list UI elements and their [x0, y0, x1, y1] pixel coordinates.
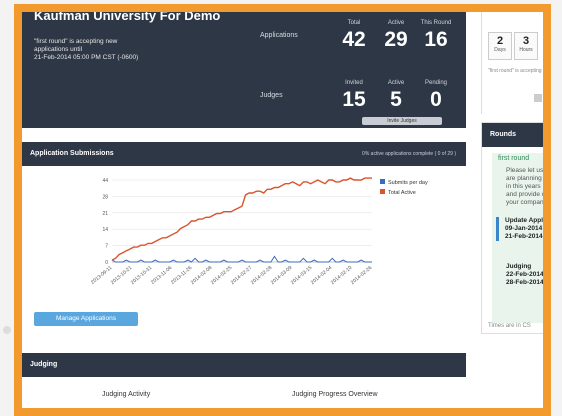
total-applications[interactable]: 42: [334, 28, 374, 52]
y-tick-label: 7: [105, 244, 108, 250]
submissions-chart: 07142128442013-09-112013-10-212013-10-31…: [90, 177, 428, 286]
invited-judges[interactable]: 15: [334, 88, 374, 112]
countdown-panel: 2 Days 3 Hours "first round" is acceptin…: [481, 12, 543, 114]
judging-activity-label: Judging Activity: [102, 391, 151, 398]
judging-panel: Judging Judging Activity Judging Progres…: [22, 353, 466, 408]
summary-header: Kaufman University For Demo "first round…: [22, 12, 466, 128]
legend-swatch: [380, 189, 385, 194]
completion-note: 0% active applications complete ( 0 of 2…: [362, 151, 456, 157]
judging-progress-label: Judging Progress Overview: [292, 391, 378, 398]
series-line-total-active: [111, 177, 372, 261]
legend-swatch: [380, 179, 385, 184]
x-tick-label: 2013-11-06: [150, 265, 173, 286]
applications-panel: Application Submissions 0% active applic…: [22, 142, 466, 342]
pending-judges[interactable]: 0: [416, 88, 456, 112]
y-tick-label: 28: [102, 194, 108, 200]
active-applications[interactable]: 29: [376, 28, 416, 52]
applications-label: Applications: [260, 32, 298, 39]
round-applications[interactable]: 16: [416, 28, 456, 52]
active-judges[interactable]: 5: [376, 88, 416, 112]
decor-dot: [3, 326, 11, 334]
countdown-days: 2 Days: [488, 32, 512, 60]
round-card[interactable]: first round Please let us are planning ti…: [492, 153, 547, 323]
legend-label: Total Active: [388, 190, 416, 196]
y-tick-label: 21: [102, 211, 108, 217]
y-tick-label: 44: [102, 178, 108, 184]
legend-label: Submits per day: [388, 180, 428, 186]
rounds-title: Rounds: [482, 123, 543, 147]
screenshot-frame: Kaufman University For Demo "first round…: [14, 4, 551, 416]
round-name[interactable]: first round: [498, 155, 529, 162]
countdown-note: "first round" is accepting: [488, 68, 542, 74]
countdown-hours: 3 Hours: [514, 32, 538, 60]
rounds-panel: Rounds first round Please let us are plan…: [481, 122, 543, 334]
y-tick-label: 14: [102, 227, 108, 233]
timezone-note: Times are in CS: [488, 323, 531, 329]
org-title: Kaufman University For Demo: [34, 8, 221, 23]
series-line-submits: [111, 255, 372, 263]
judging-period: Judging 22-Feb-2014 28-Feb-2014: [506, 263, 544, 286]
manage-applications-button[interactable]: Manage Applications: [34, 312, 138, 326]
invite-judges-button[interactable]: Invite Judges: [362, 117, 442, 125]
update-period: Update Appl 09-Jan-2014 21-Feb-2014: [496, 217, 543, 241]
judging-title: Judging: [22, 353, 466, 377]
round-note: "first round" is accepting new applicati…: [34, 38, 139, 61]
applications-title: Application Submissions 0% active applic…: [22, 142, 466, 166]
judges-label: Judges: [260, 92, 283, 99]
countdown-button[interactable]: [534, 94, 542, 102]
round-description: Please let us are planning t in this years…: [506, 167, 547, 206]
x-tick-label: 2014-02-26: [350, 265, 374, 286]
x-tick-label: 2013-10-31: [130, 265, 154, 286]
